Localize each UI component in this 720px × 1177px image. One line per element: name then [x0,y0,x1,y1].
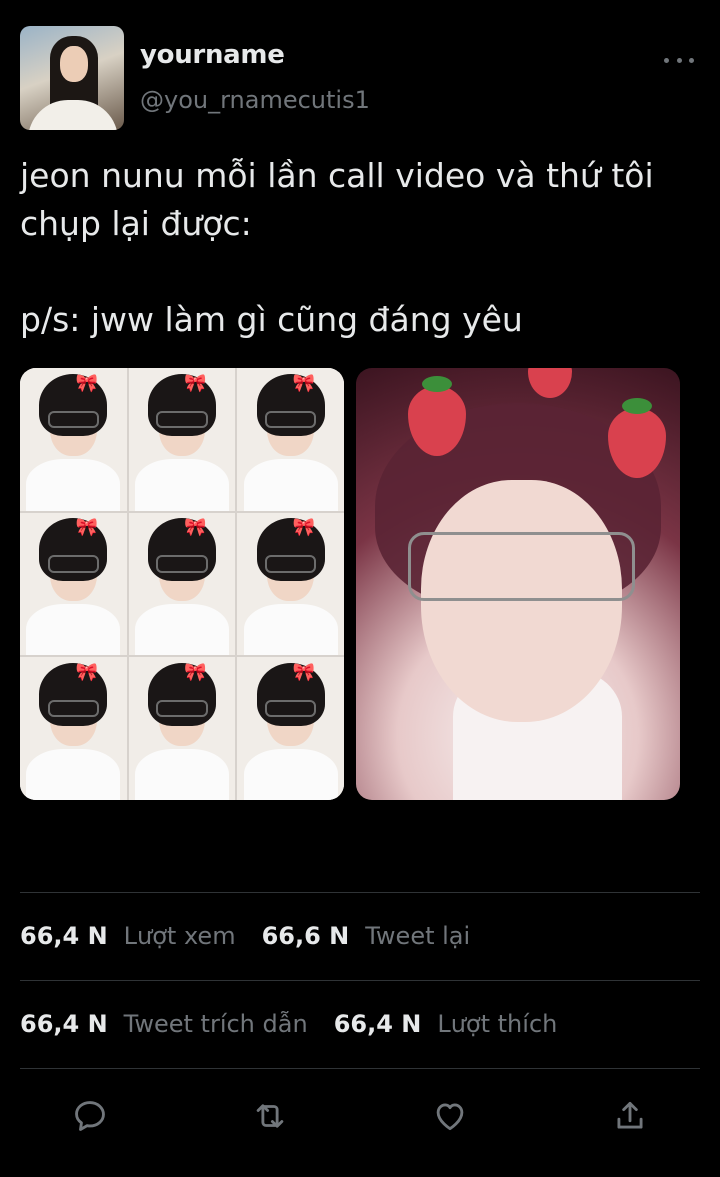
retweets-label[interactable]: Tweet lại [365,922,470,950]
collage-cell: 🎀 [237,657,344,800]
like-icon [436,1103,464,1131]
quotes-count[interactable]: 66,4 N [20,1010,108,1038]
reply-button[interactable] [68,1094,112,1138]
collage-cell: 🎀 [20,512,127,656]
collage-cell: 🎀 [128,657,236,800]
more-dot [676,57,682,63]
avatar-face [60,46,88,82]
author-display-name[interactable]: yourname [140,40,285,70]
tweet-photo-collage[interactable]: 🎀 🎀 🎀 🎀 🎀 🎀 🎀 🎀 🎀 [20,368,344,800]
divider [20,1068,700,1069]
divider [20,980,700,981]
likes-label[interactable]: Lượt thích [437,1010,557,1038]
collage-cell: 🎀 [128,512,236,656]
share-icon [617,1101,643,1129]
photo-face [420,480,622,723]
strawberry-icon [528,368,572,398]
divider [20,892,700,893]
likes-count[interactable]: 66,4 N [334,1010,422,1038]
more-dot [664,57,669,63]
retweet-icon [256,1104,284,1128]
retweets-count[interactable]: 66,6 N [262,922,350,950]
more-options-icon[interactable] [664,48,694,72]
photo-glasses [407,532,635,602]
avatar-shirt [28,100,118,130]
like-button[interactable] [428,1094,472,1138]
collage-grid: 🎀 🎀 🎀 🎀 🎀 🎀 🎀 🎀 🎀 [20,368,344,800]
collage-cell: 🎀 [128,368,236,511]
collage-cell: 🎀 [237,512,344,656]
tweet-photo-strawberry-filter[interactable] [356,368,680,800]
collage-cell: 🎀 [237,368,344,511]
author-handle[interactable]: @you_rnamecutis1 [140,86,370,114]
quotes-label[interactable]: Tweet trích dẫn [124,1010,308,1038]
collage-cell: 🎀 [20,657,127,800]
tweet-text: jeon nunu mỗi lần call video và thứ tôi … [20,156,654,339]
collage-cell: 🎀 [20,368,127,511]
stats-row-quotes-likes: 66,4 N Tweet trích dẫn 66,4 N Lượt thích [20,1010,583,1038]
share-button[interactable] [608,1094,652,1138]
more-dot [689,57,694,63]
author-avatar[interactable] [20,26,124,130]
views-count: 66,4 N [20,922,108,950]
retweet-button[interactable] [248,1094,292,1138]
reply-icon [75,1101,105,1131]
stats-row-views-retweets: 66,4 N Lượt xem 66,6 N Tweet lại [20,922,496,950]
views-label: Lượt xem [123,922,236,950]
